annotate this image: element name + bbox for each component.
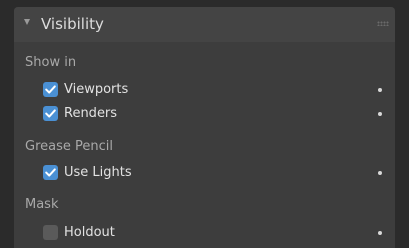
toggle-row-use-lights[interactable]: Use Lights	[14, 163, 395, 185]
keyframe-dot-icon[interactable]	[378, 112, 382, 116]
drag-handle-icon[interactable]	[377, 21, 389, 26]
renders-label: Renders	[64, 106, 118, 121]
keyframe-dot-icon[interactable]	[378, 231, 382, 235]
checkmark-icon	[45, 85, 56, 94]
visibility-panel-header[interactable]: Visibility	[14, 7, 395, 42]
checkmark-icon	[45, 109, 56, 118]
viewports-label: Viewports	[64, 82, 129, 97]
renders-checkbox[interactable]	[43, 106, 58, 121]
section-label-grease-pencil: Grease Pencil	[25, 139, 113, 154]
keyframe-dot-icon[interactable]	[378, 171, 382, 175]
toggle-row-holdout[interactable]: Holdout	[14, 223, 395, 245]
panel-title: Visibility	[41, 15, 104, 33]
checkmark-icon	[45, 168, 56, 177]
toggle-row-renders[interactable]: Renders	[14, 104, 395, 126]
holdout-label: Holdout	[64, 225, 115, 240]
use-lights-checkbox[interactable]	[43, 165, 58, 180]
viewports-checkbox[interactable]	[43, 82, 58, 97]
toggle-row-viewports[interactable]: Viewports	[14, 80, 395, 102]
keyframe-dot-icon[interactable]	[378, 88, 382, 92]
visibility-panel: Visibility Show in Viewports Renders Gre…	[14, 7, 395, 248]
collapse-triangle-icon[interactable]	[24, 19, 30, 25]
use-lights-label: Use Lights	[64, 165, 132, 180]
section-label-show-in: Show in	[25, 55, 77, 70]
holdout-checkbox[interactable]	[43, 225, 58, 240]
section-label-mask: Mask	[25, 197, 59, 212]
properties-editor: Visibility Show in Viewports Renders Gre…	[0, 0, 409, 248]
